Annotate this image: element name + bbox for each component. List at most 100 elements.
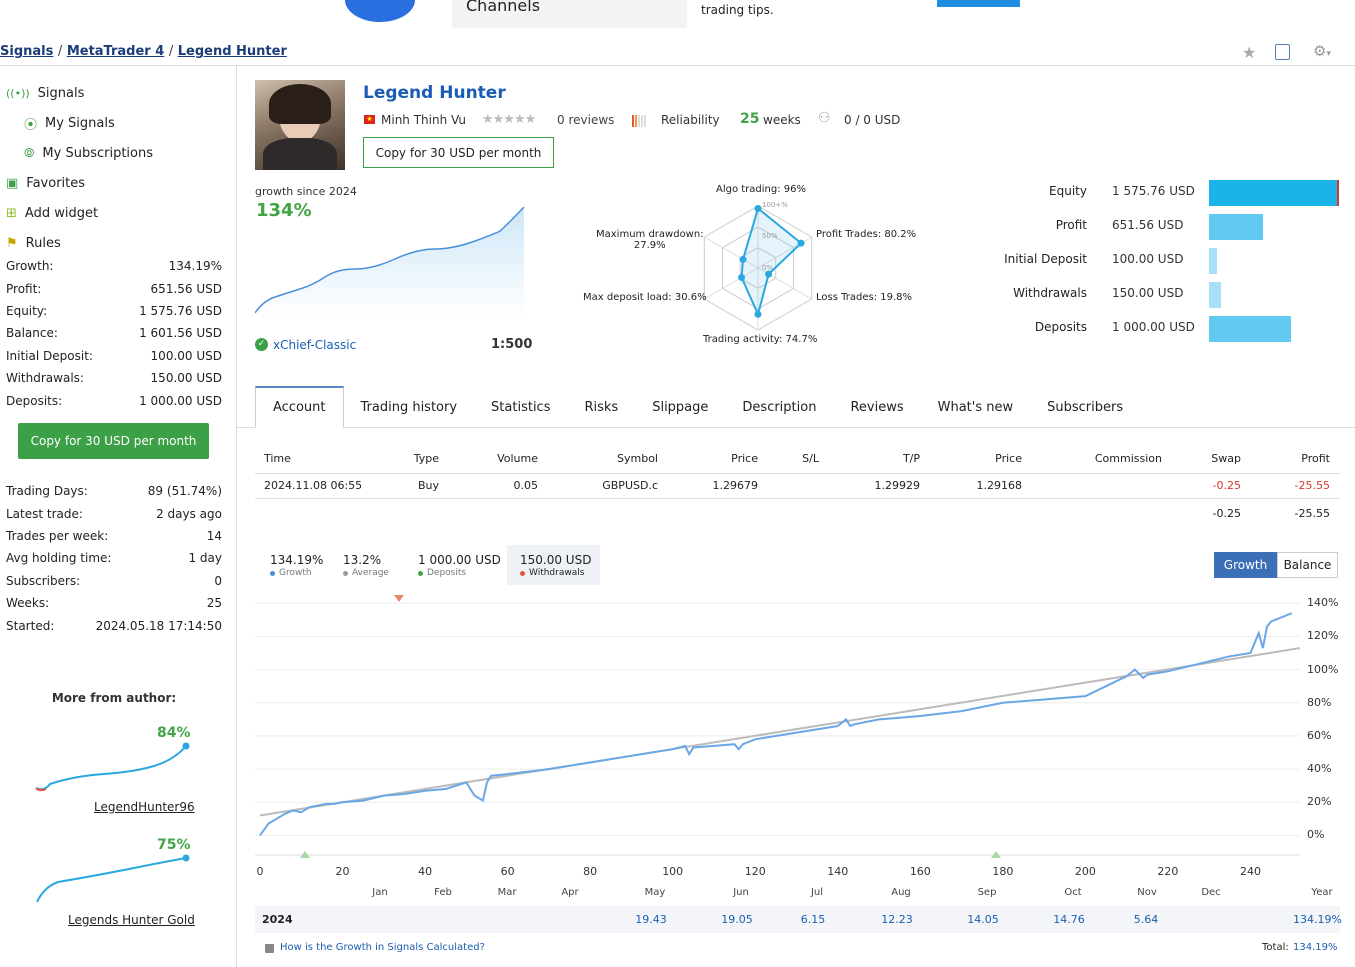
table-cell-time: 2024.11.08 06:55 — [264, 479, 363, 492]
tab-account[interactable]: Account — [255, 386, 344, 428]
growth-toggle-button[interactable]: Growth — [1214, 552, 1277, 578]
author-signal-link[interactable]: LegendHunter96 — [94, 800, 195, 814]
info-icon — [265, 944, 274, 953]
metric-bar — [1209, 282, 1222, 308]
total-value: 134.19% — [1293, 942, 1338, 953]
breadcrumb-signals[interactable]: Signals — [0, 44, 53, 59]
banner-button[interactable] — [937, 0, 1020, 7]
breadcrumb-sep: / — [168, 44, 174, 59]
metric-bar — [1209, 214, 1263, 240]
stat-row: Latest trade: 2 days ago — [6, 502, 222, 524]
stat-value: 100.00 USD — [150, 348, 222, 363]
y-tick-label: 60% — [1307, 728, 1332, 742]
monthly-year-total: 134.19% — [1293, 913, 1342, 926]
stat-row: Avg holding time: 1 day — [6, 547, 222, 569]
table-cell-symbol: GBPUSD.c — [602, 479, 658, 492]
reliability-label: Reliability — [661, 113, 720, 127]
table-cell-tp: 1.29929 — [874, 479, 921, 492]
sidebar-item-my-subscriptions[interactable]: ⦾ My Subscriptions — [6, 138, 231, 168]
table-cell-price: 1.29679 — [712, 479, 759, 492]
radar-label-loss: Loss Trades: 19.8% — [816, 292, 913, 303]
banner-logo-icon — [345, 0, 415, 22]
metric-label: Deposits — [1034, 320, 1087, 334]
stat-label: Subscribers: — [6, 573, 81, 588]
sidebar-item-favorites[interactable]: ▣ Favorites — [6, 168, 231, 198]
copy-signal-button[interactable]: Copy for 30 USD per month — [363, 137, 554, 168]
radar-point — [754, 204, 762, 212]
growth-since-label: growth since 2024 — [255, 185, 357, 198]
signal-icon: ((•)) — [6, 86, 30, 100]
reviews-count[interactable]: 0 reviews — [557, 113, 614, 127]
reliability-icon — [632, 115, 646, 127]
star-icon[interactable]: ★ — [1242, 43, 1256, 62]
legend-value: 134.19% — [270, 553, 324, 567]
sidebar-copy-button[interactable]: Copy for 30 USD per month — [18, 423, 209, 459]
month-label: Jun — [733, 887, 749, 898]
legend-value: 150.00 USD — [520, 553, 592, 567]
breadcrumb-platform[interactable]: MetaTrader 4 — [67, 44, 164, 59]
widget-icon: ⊞ — [6, 205, 17, 221]
legend-dot-icon — [520, 570, 525, 576]
author-signal-link[interactable]: Legends Hunter Gold — [68, 913, 195, 927]
tab-subscribers[interactable]: Subscribers — [1030, 386, 1140, 428]
breadcrumb: Signals / MetaTrader 4 / Legend Hunter — [0, 44, 287, 59]
legend-item[interactable]: Withdrawals — [520, 568, 584, 578]
author-signal-growth: 75% — [157, 837, 191, 853]
trades-table: Time Type Volume Symbol Price S/L T/P Price Comm… — [255, 445, 1340, 525]
metric-value: 1 000.00 USD — [1112, 320, 1195, 334]
stat-row: Balance: 1 601.56 USD — [6, 322, 222, 344]
gear-icon[interactable]: ⚙▾ — [1313, 42, 1331, 60]
table-cell-price2: 1.29168 — [976, 479, 1023, 492]
monthly-value: 14.76 — [1053, 913, 1085, 926]
author-name[interactable]: Minh Thinh Vu — [381, 113, 466, 127]
sidebar-item-my-signals[interactable]: ⦿ My Signals — [6, 108, 231, 138]
tab-description[interactable]: Description — [725, 386, 833, 428]
bookmark-icon[interactable] — [1275, 44, 1290, 60]
radar-scale-50: 50% — [762, 232, 778, 240]
avatar[interactable] — [255, 80, 345, 170]
legend-item[interactable]: Deposits — [418, 568, 466, 578]
legend-item[interactable]: Growth — [270, 568, 312, 578]
radar-shape — [740, 206, 803, 318]
table-header: Price — [731, 452, 758, 465]
signal-title: Legend Hunter — [363, 83, 506, 103]
stat-value: 1 day — [188, 551, 222, 566]
metric-bar — [1209, 316, 1292, 342]
y-tick-label: 0% — [1307, 828, 1325, 842]
tab-risks[interactable]: Risks — [567, 386, 635, 428]
stat-label: Trades per week: — [6, 528, 109, 543]
legend-value: 13.2% — [343, 553, 382, 567]
month-label: Dec — [1201, 887, 1221, 898]
ad-banner[interactable]: Channels trading tips. — [0, 0, 1355, 30]
tab-statistics[interactable]: Statistics — [474, 386, 567, 428]
balance-toggle-button[interactable]: Balance — [1277, 552, 1338, 578]
x-tick-label: 20 — [335, 865, 350, 878]
sidebar-item-add-widget[interactable]: ⊞ Add widget — [6, 198, 231, 228]
banner-channels: Channels — [466, 0, 541, 15]
tab-what-s-new[interactable]: What's new — [921, 386, 1031, 428]
howto-link[interactable]: How is the Growth in Signals Calculated? — [280, 942, 485, 953]
stat-label: Initial Deposit: — [6, 348, 93, 363]
rules-icon: ⚑ — [6, 235, 18, 251]
legend-item[interactable]: Average — [343, 568, 389, 578]
leverage-value: 1:500 — [491, 337, 533, 352]
tab-slippage[interactable]: Slippage — [635, 386, 725, 428]
stat-value: 89 (51.74%) — [147, 484, 222, 499]
month-label: Year — [1311, 887, 1333, 898]
stat-label: Started: — [6, 618, 55, 633]
broker-link[interactable]: xChief-Classic — [273, 338, 356, 352]
month-label: Apr — [561, 887, 579, 898]
sidebar-item-rules[interactable]: ⚑ Rules — [6, 228, 231, 258]
stat-label: Deposits: — [6, 393, 63, 408]
x-tick-label: 60 — [500, 865, 515, 878]
radar-label-profit: Profit Trades: 80.2% — [816, 229, 917, 240]
x-tick-label: 160 — [909, 865, 931, 878]
x-tick-label: 120 — [744, 865, 766, 878]
stat-label: Equity: — [6, 303, 48, 318]
monthly-year: 2024 — [262, 913, 293, 926]
tab-reviews[interactable]: Reviews — [833, 386, 920, 428]
sidebar-item-signals[interactable]: ((•)) Signals — [6, 78, 231, 108]
total-swap: -0.25 — [1212, 507, 1241, 520]
breadcrumb-current[interactable]: Legend Hunter — [178, 44, 287, 59]
tab-trading-history[interactable]: Trading history — [344, 386, 475, 428]
